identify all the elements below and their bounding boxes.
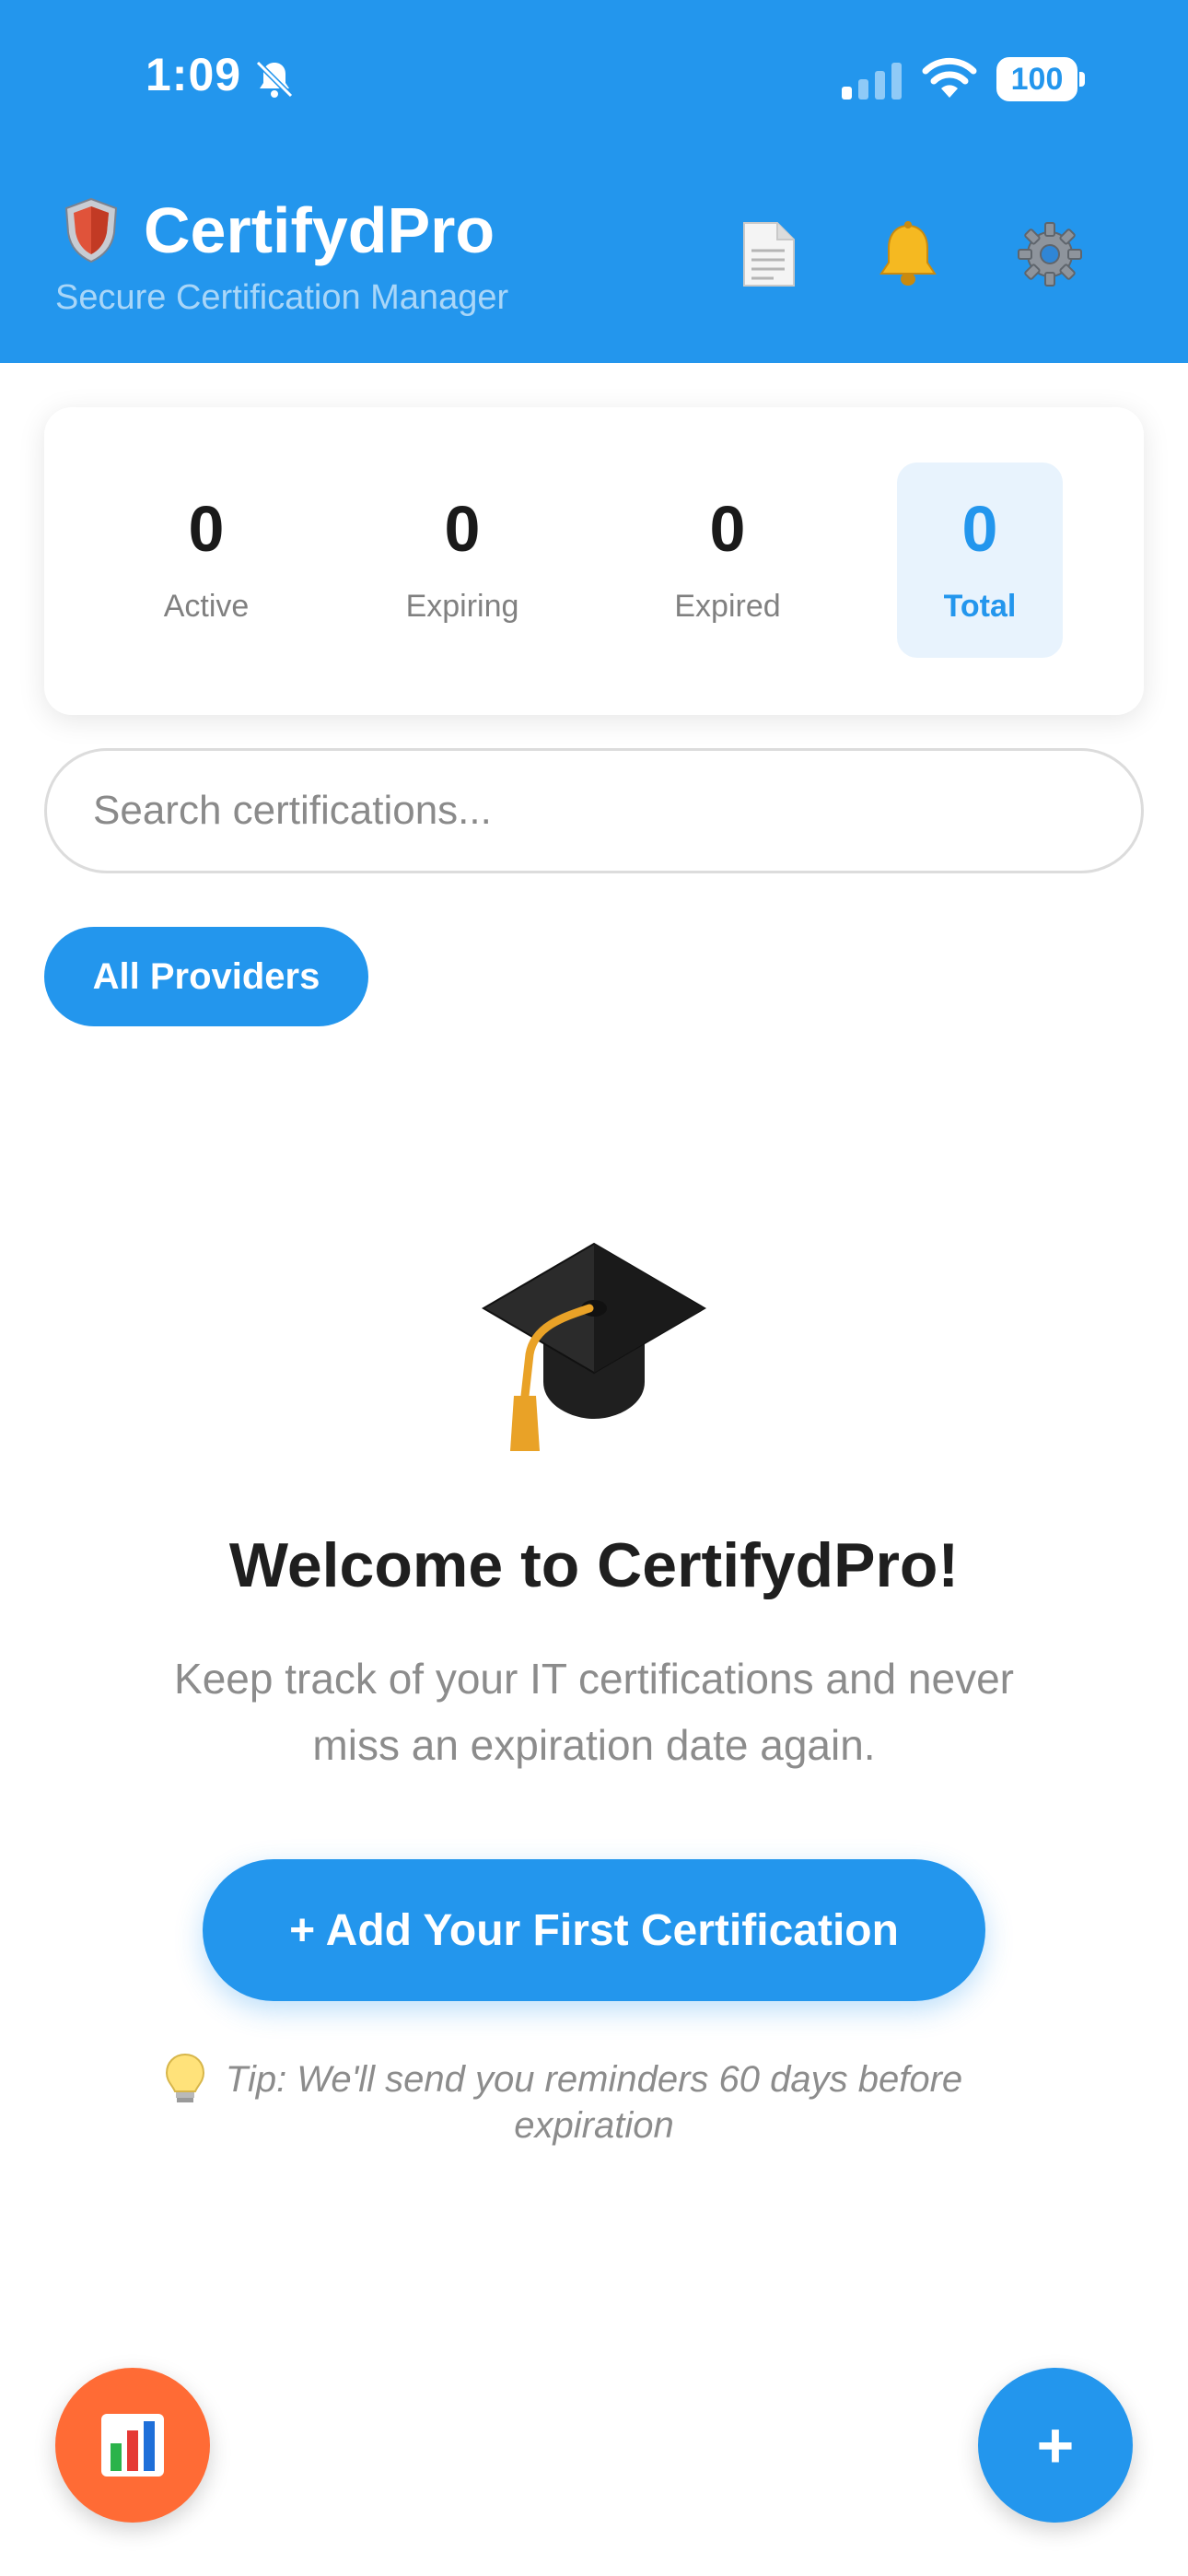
statistics-fab[interactable]	[55, 2368, 210, 2523]
notifications-button[interactable]	[871, 217, 945, 291]
provider-filter-chip[interactable]: All Providers	[44, 927, 368, 1026]
bell-icon	[879, 221, 937, 286]
stat-total-label: Total	[943, 588, 1017, 624]
stat-expired-value: 0	[709, 492, 746, 565]
stat-active-label: Active	[163, 588, 250, 624]
tip-text: Tip: We'll send you reminders 60 days be…	[225, 2059, 963, 2146]
app-title: CertifydPro	[144, 194, 495, 266]
stat-total[interactable]: 0 Total	[897, 463, 1063, 658]
bell-muted-icon	[255, 60, 294, 99]
lightbulb-icon	[165, 2053, 205, 2102]
documents-button[interactable]	[731, 217, 805, 291]
welcome-title: Welcome to CertifydPro!	[228, 1530, 960, 1600]
shield-icon	[64, 197, 118, 263]
app-subtitle: Secure Certification Manager	[55, 278, 509, 317]
battery-indicator: 100	[996, 57, 1085, 101]
stat-active[interactable]: 0 Active	[123, 463, 289, 658]
status-time: 1:09	[146, 49, 242, 100]
search-input[interactable]	[44, 748, 1144, 873]
document-icon	[743, 222, 795, 287]
wifi-icon	[922, 57, 977, 98]
gear-icon	[1018, 222, 1082, 287]
stat-expiring-label: Expiring	[405, 588, 519, 624]
app-header: 1:09 100 CertifydPro Secure Certificatio…	[0, 0, 1188, 363]
graduation-cap-icon	[482, 1242, 706, 1451]
stat-total-value: 0	[961, 492, 998, 565]
bar-chart-icon	[101, 2414, 164, 2476]
app-screen: 1:09 100 CertifydPro Secure Certificatio…	[0, 0, 1188, 2576]
cellular-signal-icon	[842, 63, 902, 100]
stats-card: 0 Active 0 Expiring 0 Expired 0 Total	[44, 407, 1144, 715]
stat-expired-label: Expired	[674, 588, 781, 624]
welcome-description: Keep track of your IT certifications and…	[174, 1655, 1014, 1769]
battery-level: 100	[996, 57, 1077, 101]
stat-expired[interactable]: 0 Expired	[645, 463, 810, 658]
add-first-certification-button[interactable]: + Add Your First Certification	[203, 1859, 985, 2001]
settings-button[interactable]	[1013, 217, 1087, 291]
stat-active-value: 0	[188, 492, 225, 565]
stat-expiring[interactable]: 0 Expiring	[379, 463, 545, 658]
stat-expiring-value: 0	[444, 492, 481, 565]
add-certification-fab[interactable]: +	[978, 2368, 1133, 2523]
